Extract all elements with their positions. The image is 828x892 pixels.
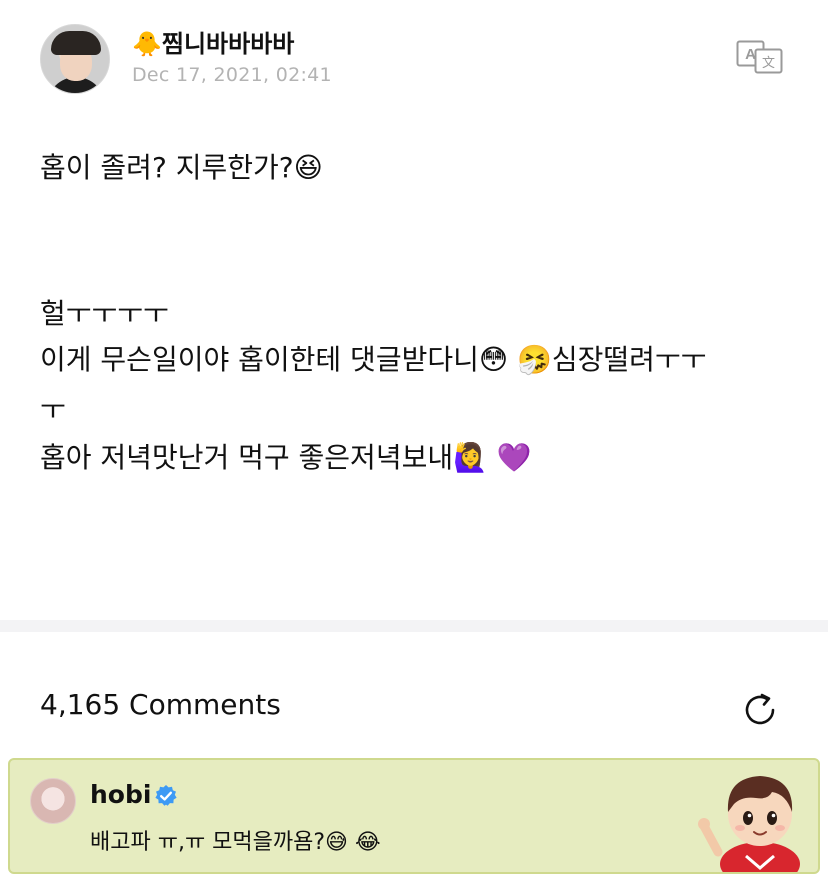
- refresh-icon: [745, 693, 775, 725]
- translate-button[interactable]: A 文: [736, 40, 784, 74]
- commenter-avatar[interactable]: [30, 778, 76, 824]
- commenter-name[interactable]: hobi: [90, 780, 151, 809]
- author-name[interactable]: 🐥찜니바바바바: [132, 24, 294, 59]
- character-sticker-icon: [698, 776, 800, 872]
- verified-badge-icon: [155, 785, 177, 806]
- comments-count: 4,165 Comments: [40, 688, 281, 721]
- svg-text:A: A: [745, 46, 756, 63]
- refresh-button[interactable]: [740, 690, 780, 730]
- section-divider: [0, 620, 828, 632]
- post-date: Dec 17, 2021, 02:41: [132, 64, 332, 86]
- comment-card[interactable]: hobi 배고파 ㅠ,ㅠ 모먹을까욤?😅 😂: [8, 758, 820, 874]
- post-line: 이게 무슨일이야 홉이한테 댓글받다니😳 🤧심장떨려ㅜㅜ: [40, 343, 707, 376]
- post-line: 홉아 저녁맛난거 먹구 좋은저녁보내🙋‍♀️ 💜: [40, 441, 532, 474]
- post-header: 🐥찜니바바바바 Dec 17, 2021, 02:41 A 文: [0, 0, 828, 110]
- post-line: 홉이 졸려? 지루한가?😆: [40, 151, 323, 184]
- comment-text: 배고파 ㅠ,ㅠ 모먹을까욤?😅 😂: [90, 830, 381, 855]
- translate-icon: A 文: [736, 40, 783, 74]
- author-avatar[interactable]: [40, 24, 110, 94]
- post-line: 헐ㅜㅜㅜㅜ: [40, 297, 169, 330]
- post-line: ㅜ: [40, 393, 66, 426]
- svg-text:文: 文: [762, 56, 775, 71]
